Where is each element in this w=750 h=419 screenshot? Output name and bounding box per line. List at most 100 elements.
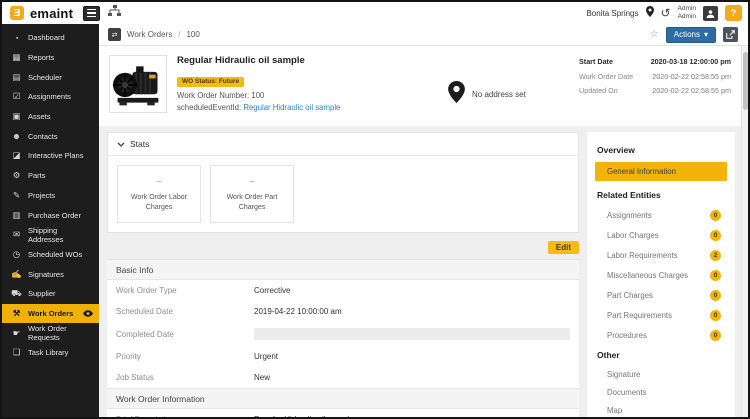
chevron-down-icon: ▾ <box>704 30 708 39</box>
history-icon[interactable]: ↺ <box>661 7 671 19</box>
stat-labor-charges[interactable]: – Work Order Labor Charges <box>117 165 201 223</box>
main-column: Stats – Work Order Labor Charges – Work … <box>107 132 579 417</box>
completed-date-empty-field[interactable] <box>254 328 570 340</box>
sidebar-item-label: Assets <box>28 112 51 121</box>
map-pin-icon <box>448 81 465 108</box>
panel-item-procedures[interactable]: Procedures0 <box>587 325 735 345</box>
panel-item-part-requirements[interactable]: Part Requirements0 <box>587 305 735 325</box>
work-order-requests-icon: ☛ <box>11 328 22 339</box>
sidebar-item-purchase-order[interactable]: ▥Purchase Order <box>2 205 99 225</box>
sidebar-item-scheduler[interactable]: ▤ Scheduler <box>2 67 99 87</box>
user-name: Admin Admin <box>678 5 696 21</box>
panel-item-assignments[interactable]: Assignments0 <box>587 205 735 225</box>
sidebar-item-label: Projects <box>28 191 55 200</box>
sidebar-item-label: Work Order Requests <box>28 324 93 342</box>
location-pin-icon[interactable] <box>646 4 654 22</box>
field-job-status: Job Status New <box>107 367 579 388</box>
sitemap-icon[interactable] <box>108 4 121 22</box>
status-badge: WO Status: Future <box>177 77 244 87</box>
scheduled-event-link[interactable]: Regular Hidraulic oil sample <box>243 103 340 112</box>
hamburger-menu-button[interactable] <box>83 6 100 21</box>
panel-item-labor-requirements[interactable]: Labor Requirements2 <box>587 245 735 265</box>
reports-icon: ▦ <box>11 52 22 63</box>
sidebar-item-label: Task Library <box>28 348 68 357</box>
breadcrumb-section[interactable]: Work Orders <box>127 30 172 39</box>
emaint-logo-icon: Ǝ <box>10 6 24 20</box>
scheduler-icon: ▤ <box>11 72 22 83</box>
sidebar-item-signatures[interactable]: ✍Signatures <box>2 264 99 284</box>
panel-item-part-charges[interactable]: Part Charges0 <box>587 285 735 305</box>
sidebar-item-work-orders[interactable]: ⚒ Work Orders <box>2 304 99 324</box>
work-order-information-header: Work Order Information <box>107 388 579 409</box>
contacts-icon: ☻ <box>11 131 22 141</box>
job-status-link[interactable]: New <box>254 373 570 382</box>
vertical-scrollbar[interactable] <box>741 46 748 417</box>
panel-item-general-information[interactable]: General Information <box>595 162 727 181</box>
updated-on-row: Updated On2020-02-22 02:58:55 pm <box>579 86 731 95</box>
sidebar-item-label: Shipping Addresses <box>28 226 93 244</box>
field-scheduled-date: Scheduled Date 2019-04-22 10:00:00 am <box>107 301 579 322</box>
field-priority: Priority Urgent <box>107 346 579 367</box>
sidebar-item-label: Dashboard <box>28 33 65 42</box>
help-button[interactable]: ? <box>725 5 742 21</box>
work-orders-icon: ⚒ <box>11 308 22 319</box>
panel-item-labor-charges[interactable]: Labor Charges0 <box>587 225 735 245</box>
sidebar-nav: ◔Dashboard ▦ Reports ▤ Scheduler ☑Assignme… <box>2 24 99 417</box>
sidebar-item-projects[interactable]: ✎Projects <box>2 186 99 206</box>
panel-item-documents[interactable]: Documents <box>587 383 735 401</box>
sidebar-item-label: Supplier <box>28 289 56 298</box>
purchase-order-icon: ▥ <box>11 210 22 221</box>
record-body: Regular Hidraulic oil sample WO Status: … <box>99 46 741 417</box>
sidebar-item-scheduled-wos[interactable]: ◷Scheduled WOs <box>2 245 99 265</box>
sidebar-item-dashboard[interactable]: ◔Dashboard <box>2 28 99 48</box>
work-order-type-link[interactable]: Corrective <box>254 286 570 295</box>
location-label: Bonita Springs <box>586 9 638 18</box>
sidebar-item-supplier[interactable]: ⛟Supplier <box>2 284 99 304</box>
panel-item-map[interactable]: Map <box>587 401 735 417</box>
record-nav-icon[interactable]: ⇄ <box>108 28 121 41</box>
content-area: ⇄ Work Orders / 100 ☆ Actions▾ <box>99 24 748 417</box>
field-work-order-type: Work Order Type Corrective <box>107 280 579 301</box>
breadcrumb-separator: / <box>178 30 180 39</box>
shipping-addresses-icon: ✉ <box>11 229 22 240</box>
panel-item-signature[interactable]: Signature <box>587 365 735 383</box>
sidebar-item-work-order-requests[interactable]: ☛ Work Order Requests <box>2 323 99 343</box>
sidebar-item-contacts[interactable]: ☻Contacts <box>2 126 99 146</box>
sidebar-item-label: Scheduler <box>28 73 62 82</box>
asset-image[interactable] <box>109 55 167 113</box>
assets-icon: ▣ <box>11 111 22 122</box>
sidebar-item-label: Work Orders <box>28 309 73 318</box>
sidebar-item-label: Interactive Plans <box>28 151 83 160</box>
sidebar-item-assignments[interactable]: ☑Assignments <box>2 87 99 107</box>
sidebar-item-label: Reports <box>28 53 54 62</box>
sidebar-item-interactive-plans[interactable]: ◪Interactive Plans <box>2 146 99 166</box>
user-avatar-button[interactable] <box>703 6 718 21</box>
sidebar-item-task-library[interactable]: ❏Task Library <box>2 343 99 363</box>
navigation-panel: Overview General Information Related Ent… <box>587 132 735 417</box>
edit-button[interactable]: Edit <box>548 241 579 254</box>
priority-link[interactable]: Urgent <box>254 352 570 361</box>
count-badge: 0 <box>710 310 721 321</box>
detail-sections: Basic Info Work Order Type Corrective Sc… <box>107 259 579 417</box>
count-badge: 0 <box>710 330 721 341</box>
overview-heading: Overview <box>587 140 735 160</box>
stat-part-charges[interactable]: – Work Order Part Charges <box>210 165 294 223</box>
scrollbar-thumb[interactable] <box>743 52 748 110</box>
actions-button[interactable]: Actions▾ <box>666 27 716 43</box>
sidebar-item-parts[interactable]: ⚙Parts <box>2 166 99 186</box>
sidebar-item-reports[interactable]: ▦ Reports <box>2 48 99 68</box>
panel-item-miscellaneous-charges[interactable]: Miscellaneous Charges0 <box>587 265 735 285</box>
favorite-star-icon[interactable]: ☆ <box>650 29 659 40</box>
stats-card: Stats – Work Order Labor Charges – Work … <box>107 132 579 233</box>
sidebar-item-shipping-addresses[interactable]: ✉ Shipping Addresses <box>2 225 99 245</box>
export-icon[interactable] <box>723 27 738 42</box>
work-order-header: Regular Hidraulic oil sample WO Status: … <box>99 46 741 126</box>
eye-icon[interactable] <box>83 310 93 317</box>
collapse-chevron-icon <box>117 142 125 147</box>
other-heading: Other <box>587 345 735 365</box>
stats-header[interactable]: Stats <box>108 133 578 156</box>
signatures-icon: ✍ <box>11 269 22 280</box>
sidebar-item-assets[interactable]: ▣ Assets <box>2 107 99 127</box>
breadcrumb-bar: ⇄ Work Orders / 100 ☆ Actions▾ <box>99 24 748 46</box>
work-order-title: Regular Hidraulic oil sample <box>177 55 412 66</box>
